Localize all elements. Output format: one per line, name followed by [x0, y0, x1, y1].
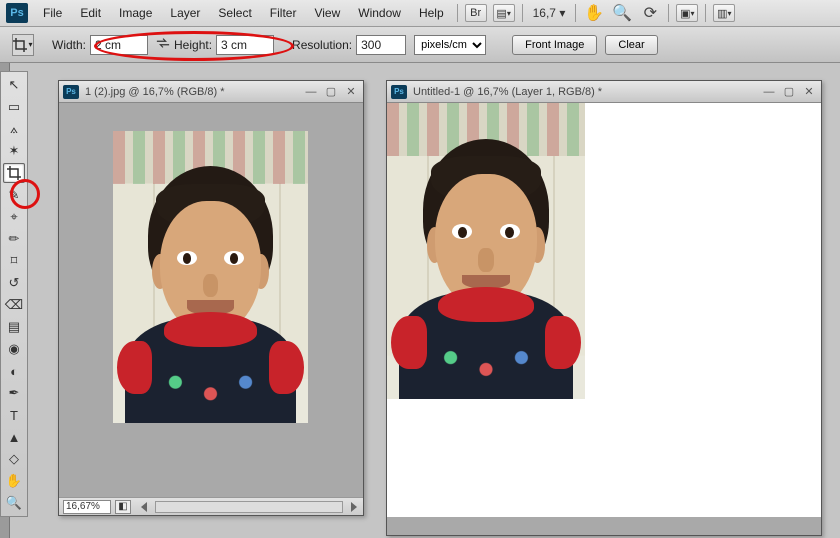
height-label: Height: — [174, 38, 212, 52]
divider — [522, 4, 523, 22]
eyedropper-tool[interactable]: ✎ — [3, 185, 25, 205]
scroll-right-icon[interactable] — [351, 502, 357, 512]
scroll-left-icon[interactable] — [141, 502, 147, 512]
clear-button[interactable]: Clear — [605, 35, 657, 55]
titlebar[interactable]: Ps 1 (2).jpg @ 16,7% (RGB/8) * — ▢ ✕ — [59, 81, 363, 103]
menu-select[interactable]: Select — [209, 2, 260, 24]
divider — [705, 4, 706, 22]
dodge-tool[interactable]: ◐ — [3, 361, 25, 381]
move-tool[interactable]: ↖ — [3, 75, 25, 95]
rotate-view-icon[interactable]: ⟳ — [640, 4, 660, 22]
eraser-tool[interactable]: ⌫ — [3, 295, 25, 315]
hand-icon[interactable]: ✋ — [584, 4, 604, 22]
crop-options-icon[interactable]: ▾ — [12, 34, 34, 56]
resolution-units-select[interactable]: pixels/cm — [414, 35, 486, 55]
menu-image[interactable]: Image — [110, 2, 161, 24]
front-image-button[interactable]: Front Image — [512, 35, 597, 55]
gradient-tool[interactable]: ▤ — [3, 317, 25, 337]
pasted-layer[interactable] — [387, 103, 585, 399]
healing-brush-tool[interactable]: ⌖ — [3, 207, 25, 227]
document-window-1: Ps 1 (2).jpg @ 16,7% (RGB/8) * — ▢ ✕ 16,… — [58, 80, 364, 516]
divider — [668, 4, 669, 22]
photoshop-logo: Ps — [6, 3, 28, 23]
lasso-tool[interactable]: ⟑ — [3, 119, 25, 139]
canvas-area[interactable] — [59, 103, 363, 497]
film-button[interactable]: ▤▾ — [493, 4, 515, 22]
menu-file[interactable]: File — [34, 2, 71, 24]
magic-wand-tool[interactable]: ✶ — [3, 141, 25, 161]
divider — [575, 4, 576, 22]
path-selection-tool[interactable]: ▲ — [3, 427, 25, 447]
zoom-level-field[interactable]: 16,67% — [63, 500, 111, 514]
canvas-area[interactable] — [387, 103, 821, 517]
minimize-button[interactable]: — — [761, 85, 777, 99]
pen-tool[interactable]: ✒ — [3, 383, 25, 403]
maximize-button[interactable]: ▢ — [323, 85, 339, 99]
blur-tool[interactable]: ◉ — [3, 339, 25, 359]
bridge-button[interactable]: Br — [465, 4, 487, 22]
zoom-tool[interactable]: 🔍 — [3, 493, 25, 513]
screen-mode-button[interactable]: ▣▾ — [676, 4, 698, 22]
menu-layer[interactable]: Layer — [161, 2, 209, 24]
menu-help[interactable]: Help — [410, 2, 453, 24]
document-title: 1 (2).jpg @ 16,7% (RGB/8) * — [85, 86, 225, 98]
zoom-icon[interactable]: 🔍 — [612, 4, 632, 22]
ps-mini-icon: Ps — [63, 85, 79, 99]
close-button[interactable]: ✕ — [343, 85, 359, 99]
width-label: Width: — [52, 38, 86, 52]
zoom-display[interactable]: 16,7 ▾ — [527, 6, 572, 20]
titlebar[interactable]: Ps Untitled-1 @ 16,7% (Layer 1, RGB/8) *… — [387, 81, 821, 103]
crop-tool[interactable] — [3, 163, 25, 183]
brush-tool[interactable]: ✏ — [3, 229, 25, 249]
document-info-icon[interactable]: ◧ — [115, 500, 131, 514]
menu-filter[interactable]: Filter — [261, 2, 306, 24]
image-content — [113, 131, 308, 423]
menubar: Ps File Edit Image Layer Select Filter V… — [0, 0, 840, 27]
divider — [457, 4, 458, 22]
workspace-button[interactable]: ▥▾ — [713, 4, 735, 22]
h-scrollbar[interactable] — [155, 501, 343, 513]
menu-edit[interactable]: Edit — [71, 2, 110, 24]
history-brush-tool[interactable]: ↺ — [3, 273, 25, 293]
toolbox: ↖▭⟑✶ ✎⌖✏⌑↺⌫▤◉◐✒T▲◇✋🔍 — [0, 71, 28, 517]
maximize-button[interactable]: ▢ — [781, 85, 797, 99]
options-bar: ▾ Width: 2 cm Height: 3 cm Resolution: 3… — [0, 27, 840, 63]
close-button[interactable]: ✕ — [801, 85, 817, 99]
type-tool[interactable]: T — [3, 405, 25, 425]
clone-stamp-tool[interactable]: ⌑ — [3, 251, 25, 271]
menu-window[interactable]: Window — [349, 2, 410, 24]
resolution-label: Resolution: — [292, 38, 352, 52]
minimize-button[interactable]: — — [303, 85, 319, 99]
menu-view[interactable]: View — [305, 2, 349, 24]
document-window-2: Ps Untitled-1 @ 16,7% (Layer 1, RGB/8) *… — [386, 80, 822, 536]
rectangle-tool[interactable]: ◇ — [3, 449, 25, 469]
ps-mini-icon: Ps — [391, 85, 407, 99]
document-title: Untitled-1 @ 16,7% (Layer 1, RGB/8) * — [413, 86, 602, 98]
marquee-tool[interactable]: ▭ — [3, 97, 25, 117]
resolution-input[interactable]: 300 — [356, 35, 406, 55]
swap-dimensions-icon[interactable] — [156, 37, 170, 52]
width-input[interactable]: 2 cm — [90, 35, 148, 55]
height-input[interactable]: 3 cm — [216, 35, 274, 55]
hand-tool[interactable]: ✋ — [3, 471, 25, 491]
status-bar: 16,67% ◧ — [59, 497, 363, 515]
